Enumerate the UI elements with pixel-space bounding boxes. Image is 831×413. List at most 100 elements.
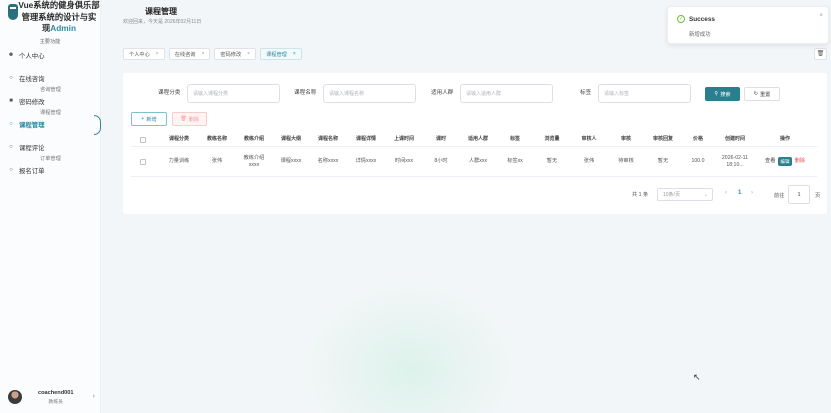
sidebar-item-label: 密码修改 <box>19 98 45 106</box>
chevron-down-icon: ⌄ <box>703 191 708 198</box>
toast-message: 新增成功 <box>689 32 711 38</box>
trash-icon: 🗑 <box>816 51 825 57</box>
tab-bar: 个人中心 × 在线咨询 × 密码修改 × 课程管理 × <box>123 48 306 60</box>
sidebar-item-comments[interactable]: ○ 课程评论 <box>0 142 100 153</box>
prev-page-button[interactable]: ‹ <box>725 190 727 196</box>
sidebar-subitem-order-manage[interactable]: 订单管理 <box>0 153 100 165</box>
sidebar-item-orders[interactable]: ○ 报名订单 <box>0 165 100 176</box>
close-icon[interactable]: × <box>247 51 250 57</box>
table-cell: 张伟 <box>211 158 223 164</box>
chevron-right-icon[interactable]: › <box>93 393 95 400</box>
audience-input[interactable]: 请输入适用人群 <box>460 84 553 103</box>
search-icon: ⚲ <box>714 91 719 97</box>
filter-label-audience: 适用人群 <box>431 90 454 96</box>
page-size-value: 10条/页 <box>663 192 680 198</box>
table-row[interactable]: 力量训练 张伟 教练介绍xxxx 课程xxxx 名称xxxx 详情xxxx 时间… <box>131 147 817 177</box>
column-header: 审核 <box>620 136 631 142</box>
sidebar-item-password[interactable]: ■ 密码修改 <box>0 96 100 107</box>
clear-tabs-button[interactable]: 🗑 <box>814 48 827 60</box>
row-checkbox[interactable] <box>137 147 149 176</box>
brand-title: Vue系统的健身俱乐部管理系统的设计与实现Admin <box>18 0 100 35</box>
delete-button[interactable]: 🗑 删除 <box>172 112 207 126</box>
column-header: 审核人 <box>581 136 597 142</box>
column-header: 审核回复 <box>652 136 673 142</box>
next-page-button[interactable]: › <box>751 190 753 196</box>
sidebar: Vue系统的健身俱乐部管理系统的设计与实现Admin 主要功能 ☻ 个人中心 ○… <box>0 0 101 413</box>
plus-icon: + <box>141 116 145 122</box>
sidebar-item-profile[interactable]: ☻ 个人中心 <box>0 50 100 61</box>
avatar <box>8 390 22 404</box>
page-subtitle: 欢迎回来，今天是 2026年02月11日 <box>123 19 202 25</box>
view-button[interactable]: 查看 <box>765 158 775 165</box>
sidebar-item-label: 报名订单 <box>19 167 45 175</box>
delete-button-label: 删除 <box>188 116 199 123</box>
filter-label-category: 课程分类 <box>158 90 181 96</box>
sidebar-item-course[interactable]: ○ 课程管理 <box>0 114 101 135</box>
sidebar-item-label: 在线咨询 <box>19 75 45 83</box>
table-cell: 教练介绍xxxx <box>243 154 265 168</box>
lock-icon: ■ <box>9 98 13 104</box>
table-cell: 时间xxx <box>394 158 414 164</box>
table-cell: 人群xxx <box>468 158 488 164</box>
refresh-icon: ↻ <box>753 91 758 97</box>
search-button[interactable]: ⚲ 搜索 <box>705 87 740 101</box>
checkbox[interactable] <box>140 158 146 165</box>
column-header: 浏览量 <box>544 136 560 142</box>
sidebar-subitem-consult-manage[interactable]: 咨询管理 <box>0 84 100 96</box>
table-cell: 暂无 <box>546 158 558 164</box>
column-header: 课程详情 <box>355 136 376 142</box>
checkbox[interactable] <box>140 136 146 143</box>
column-header: 教练名称 <box>206 136 227 142</box>
table-cell: 张伟 <box>583 158 595 164</box>
tab-label: 个人中心 <box>129 51 150 58</box>
page-title: 课程管理 <box>145 7 177 16</box>
page-size-select[interactable]: 10条/页 ⌄ <box>657 188 713 201</box>
table-cell: 力量训练 <box>168 158 190 164</box>
jump-page-input[interactable]: 1 <box>788 185 810 204</box>
column-header: 适用人群 <box>467 136 488 142</box>
table-cell: 8小时 <box>434 158 448 164</box>
column-header: 上课时间 <box>393 136 414 142</box>
close-icon[interactable]: × <box>819 13 823 19</box>
background-decoration <box>290 270 530 413</box>
logo-icon <box>8 4 18 20</box>
circle-icon: ○ <box>9 121 13 127</box>
sidebar-subitem-course-manage[interactable]: 课程管理 <box>0 107 100 119</box>
circle-icon: ○ <box>9 75 13 81</box>
user-info: coachend001 教练员 <box>38 390 73 405</box>
reset-button-label: 重置 <box>759 91 771 98</box>
close-icon[interactable]: × <box>156 51 159 57</box>
tab-profile[interactable]: 个人中心 × <box>123 48 165 60</box>
row-actions: 查看 编辑 删除 <box>756 147 814 176</box>
tag-input[interactable]: 请输入标签 <box>598 84 691 103</box>
sidebar-section-label: 主要功能 <box>39 38 61 45</box>
brand: Vue系统的健身俱乐部管理系统的设计与实现Admin <box>0 0 100 35</box>
add-button[interactable]: + 新增 <box>131 112 167 126</box>
toast-title: Success <box>689 16 715 23</box>
reset-button[interactable]: ↻ 重置 <box>744 87 780 101</box>
edit-button[interactable]: 编辑 <box>778 157 792 166</box>
sidebar-item-label: 课程评论 <box>19 144 45 152</box>
close-icon[interactable]: × <box>201 51 204 57</box>
sidebar-empty-sub <box>0 130 100 142</box>
sidebar-item-label: 课程管理 <box>19 121 45 129</box>
jump-label: 前往 <box>774 193 785 199</box>
sidebar-empty-sub <box>0 61 100 73</box>
category-input[interactable]: 请输入课程分类 <box>187 84 280 103</box>
tab-course[interactable]: 课程管理 × <box>260 48 302 60</box>
success-toast: ✓ Success 新增成功 × <box>667 6 829 44</box>
row-delete-button[interactable]: 删除 <box>795 158 805 165</box>
close-icon[interactable]: × <box>293 51 296 57</box>
tab-label: 在线咨询 <box>174 51 196 58</box>
sidebar-item-consult[interactable]: ○ 在线咨询 <box>0 73 100 84</box>
select-all-checkbox[interactable] <box>137 133 149 146</box>
course-name-input[interactable]: 请输入课程名称 <box>323 84 416 103</box>
trash-icon: 🗑 <box>180 116 187 122</box>
current-page[interactable]: 1 <box>738 190 741 196</box>
user-profile[interactable]: coachend001 教练员 › <box>8 387 100 407</box>
filter-label-tag: 标签 <box>580 90 592 96</box>
tab-consult[interactable]: 在线咨询 × <box>168 48 211 60</box>
column-header: 课程大纲 <box>280 136 301 142</box>
tab-password[interactable]: 密码修改 × <box>214 48 257 60</box>
check-circle-icon: ✓ <box>677 15 685 23</box>
